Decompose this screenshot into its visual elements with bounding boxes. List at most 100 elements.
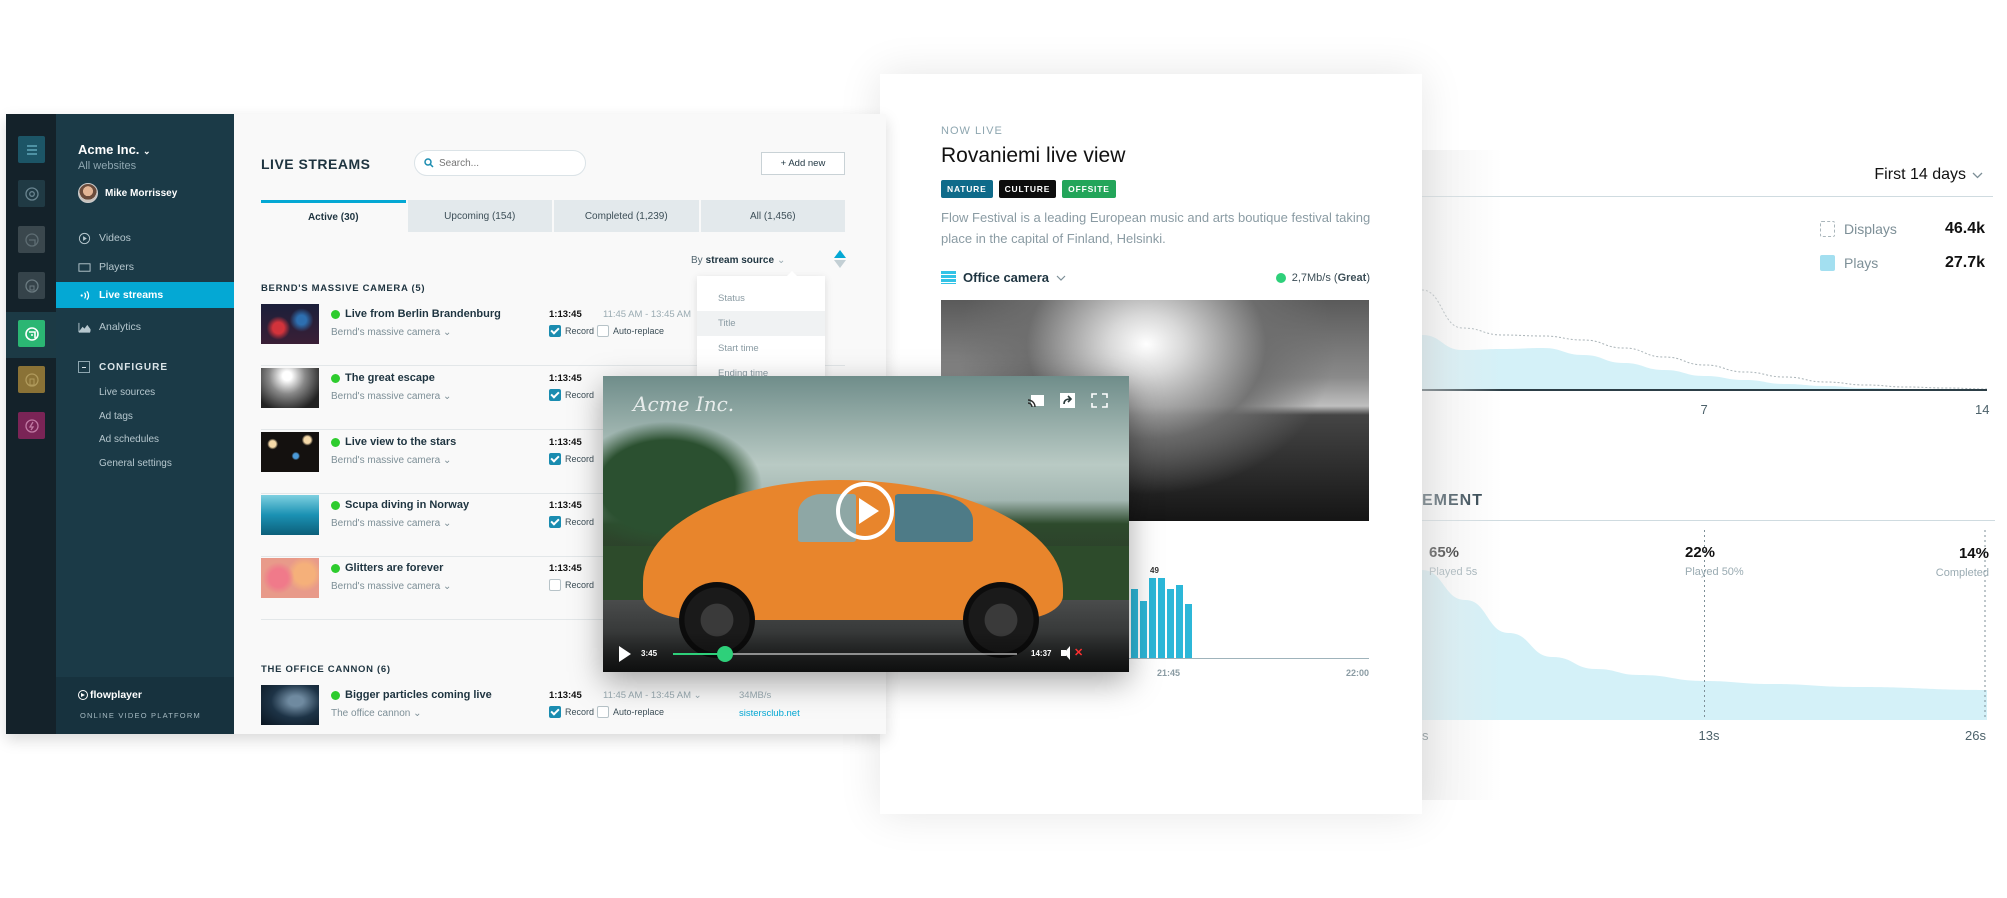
configure-section-toggle[interactable]: CONFIGURE xyxy=(78,361,168,373)
checkbox-label: Record xyxy=(565,707,595,717)
analytics-panel: First 14 days Displays 46.4k Plays 27.7k… xyxy=(1422,150,2007,800)
stream-title[interactable]: The great escape xyxy=(345,372,435,384)
stream-title[interactable]: Live view to the stars xyxy=(345,436,456,448)
stream-time-range[interactable]: 11:45 AM - 13:45 AM xyxy=(603,309,691,320)
menu-button[interactable] xyxy=(18,136,45,163)
server-icon xyxy=(941,271,956,284)
search-icon xyxy=(424,158,434,168)
record-checkbox[interactable]: Record xyxy=(549,579,594,591)
tab-completed[interactable]: Completed (1,239) xyxy=(554,200,699,232)
live-status-dot xyxy=(331,373,340,383)
power-app-button[interactable] xyxy=(18,412,45,439)
stream-title[interactable]: Glitters are forever xyxy=(345,562,443,574)
sidebar-item-players[interactable]: Players xyxy=(56,254,234,280)
sidebar-item-live-streams[interactable]: Live streams xyxy=(56,282,234,308)
checkbox-checked[interactable] xyxy=(549,453,561,465)
chevron-down-icon xyxy=(1972,172,1983,178)
ads-app-button[interactable] xyxy=(18,272,45,299)
seek-handle[interactable] xyxy=(716,646,733,662)
sidebar-item-analytics[interactable]: Analytics xyxy=(56,314,234,340)
sort-option-start-time[interactable]: Start time xyxy=(697,336,825,361)
stream-site-link[interactable]: sistersclub.net xyxy=(739,708,800,719)
group-heading: THE OFFICE CANNON (6) xyxy=(261,664,391,675)
checkbox-checked[interactable] xyxy=(549,706,561,718)
seek-bar[interactable] xyxy=(673,646,1017,662)
record-checkbox[interactable]: Record xyxy=(549,516,594,528)
stream-title[interactable]: Live from Berlin Brandenburg xyxy=(345,308,501,320)
sidebar-subitem-live-sources[interactable]: Live sources xyxy=(99,387,155,398)
stream-title[interactable]: Bigger particles coming live xyxy=(345,689,492,701)
brand-tagline: ONLINE VIDEO PLATFORM xyxy=(80,711,201,720)
tag-list: NATURE CULTURE OFFSITE xyxy=(941,180,1116,198)
flowplayer-logo[interactable]: flowplayer xyxy=(78,689,142,701)
stream-source-select[interactable]: The office cannon ⌄ xyxy=(331,708,422,719)
add-new-button[interactable]: + Add new xyxy=(761,152,845,175)
share-button[interactable] xyxy=(1059,392,1076,409)
checkbox-label: Record xyxy=(565,390,595,400)
player-app-button[interactable] xyxy=(18,226,45,253)
tag-offsite[interactable]: OFFSITE xyxy=(1062,180,1116,198)
tab-all[interactable]: All (1,456) xyxy=(700,200,845,232)
record-checkbox[interactable]: Record xyxy=(549,453,594,465)
video-player[interactable]: Acme Inc. 3:45 14:37 ✕ xyxy=(603,376,1129,672)
player-controls: 3:45 14:37 ✕ xyxy=(603,632,1129,672)
stream-source-select[interactable]: Bernd's massive camera ⌄ xyxy=(331,455,451,466)
divider xyxy=(1422,520,1995,521)
stream-source-select[interactable]: Bernd's massive camera ⌄ xyxy=(331,391,451,402)
chevron-down-icon xyxy=(1056,275,1066,281)
org-switcher[interactable]: Acme Inc. ⌄ xyxy=(78,142,151,157)
sort-option-title[interactable]: Title xyxy=(697,311,825,336)
play-icon[interactable] xyxy=(619,646,631,662)
tag-culture[interactable]: CULTURE xyxy=(998,180,1057,198)
stream-source-select[interactable]: Bernd's massive camera ⌄ xyxy=(331,518,451,529)
camera-select[interactable]: Office camera xyxy=(941,270,1066,285)
time-range-value: 11:45 AM - 13:45 AM xyxy=(603,690,692,701)
play-overlay-button[interactable] xyxy=(836,482,894,540)
mute-button[interactable]: ✕ xyxy=(1061,645,1083,660)
sort-select[interactable]: By stream source ⌄ xyxy=(691,255,785,266)
cast-button[interactable] xyxy=(1028,392,1045,409)
marker-label: Completed xyxy=(1935,567,1989,579)
tag-nature[interactable]: NATURE xyxy=(941,180,993,198)
sidebar-subitem-ad-tags[interactable]: Ad tags xyxy=(99,411,133,422)
record-checkbox[interactable]: Record xyxy=(549,706,594,718)
search-box[interactable] xyxy=(414,150,586,176)
settings-button[interactable] xyxy=(18,180,45,207)
checkbox-unchecked[interactable] xyxy=(597,325,609,337)
checkbox-label: Record xyxy=(565,326,595,336)
checkbox-unchecked[interactable] xyxy=(597,706,609,718)
sidebar-subitem-ad-schedules[interactable]: Ad schedules xyxy=(99,434,159,445)
stream-time-range[interactable]: 11:45 AM - 13:45 AM ⌄ xyxy=(603,690,702,701)
stream-source-select[interactable]: Bernd's massive camera ⌄ xyxy=(331,581,451,592)
chevron-down-icon: ⌄ xyxy=(777,255,786,266)
range-select[interactable]: First 14 days xyxy=(1874,166,1983,184)
tab-active[interactable]: Active (30) xyxy=(261,200,406,232)
checkbox-checked[interactable] xyxy=(549,325,561,337)
sidebar: Acme Inc. ⌄ All websites Mike Morrissey … xyxy=(56,114,234,734)
live-app-button[interactable] xyxy=(18,320,45,347)
sidebar-item-videos[interactable]: Videos xyxy=(56,225,234,251)
fullscreen-button[interactable] xyxy=(1091,392,1108,409)
engagement-chart: s 13s 26s xyxy=(1422,530,1987,743)
auto-replace-checkbox[interactable]: Auto-replace xyxy=(597,706,664,718)
stream-title[interactable]: Scupa diving in Norway xyxy=(345,499,469,511)
x-tick: 22:00 xyxy=(1345,668,1369,678)
speaker-icon xyxy=(1061,645,1070,660)
sort-option-status[interactable]: Status xyxy=(697,286,825,311)
stream-duration: 1:13:45 xyxy=(549,690,582,701)
auto-replace-checkbox[interactable]: Auto-replace xyxy=(597,325,664,337)
stream-source-select[interactable]: Bernd's massive camera ⌄ xyxy=(331,327,451,338)
sort-direction-toggle[interactable] xyxy=(834,250,846,272)
checkbox-label: Record xyxy=(565,454,595,464)
search-input[interactable] xyxy=(439,157,569,169)
checkbox-checked[interactable] xyxy=(549,516,561,528)
record-checkbox[interactable]: Record xyxy=(549,389,594,401)
sidebar-subitem-general-settings[interactable]: General settings xyxy=(99,458,172,469)
record-checkbox[interactable]: Record xyxy=(549,325,594,337)
checkbox-unchecked[interactable] xyxy=(549,579,561,591)
checkbox-checked[interactable] xyxy=(549,389,561,401)
user-profile[interactable]: Mike Morrissey xyxy=(78,183,177,203)
stream-row[interactable]: Bigger particles coming live The office … xyxy=(261,685,845,734)
audio-app-button[interactable] xyxy=(18,366,45,393)
tab-upcoming[interactable]: Upcoming (154) xyxy=(407,200,552,232)
